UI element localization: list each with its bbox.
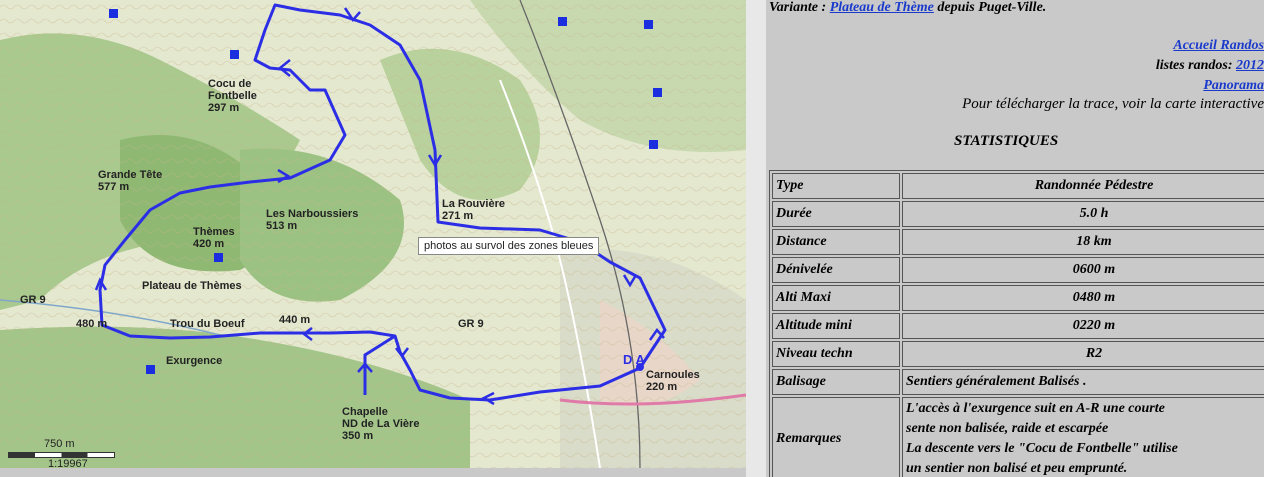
stats-key: Niveau techn: [772, 341, 900, 367]
stats-key: Dénivelée: [772, 257, 900, 283]
map-label-grande-tete: Grande Tête 577 m: [98, 169, 163, 193]
map-tooltip: photos au survol des zones bleues: [418, 237, 600, 255]
stats-key: Altitude mini: [772, 313, 900, 339]
panel-divider: [746, 0, 766, 477]
stats-row: Distance 18 km: [772, 229, 1264, 255]
accueil-randos-link[interactable]: Accueil Randos: [1173, 38, 1264, 53]
stats-value: 0600 m: [902, 257, 1264, 283]
stats-value: Randonnée Pédestre: [902, 173, 1264, 199]
photo-zone-marker[interactable]: [146, 365, 155, 374]
remarques-line: L'accès à l'exurgence suit en A-R une co…: [906, 401, 1165, 416]
map-label-narboussiers: Les Narboussiers 513 m: [266, 208, 359, 232]
map-label-cocu: Cocu de Fontbelle 297 m: [208, 78, 257, 114]
photo-zone-marker[interactable]: [214, 253, 223, 262]
topographic-map[interactable]: Cocu de Fontbelle 297 m Grande Tête 577 m T…: [0, 0, 746, 468]
map-label-rouviere: La Rouvière 271 m: [442, 198, 505, 222]
nav-links: Accueil Randos listes randos: 2012 Panor…: [1155, 38, 1264, 93]
stats-value: 5.0 h: [902, 201, 1264, 227]
photo-zone-marker[interactable]: [558, 17, 567, 26]
stats-value: R2: [902, 341, 1264, 367]
remarques-line: un sentier non balisé et peu emprunté.: [906, 461, 1128, 476]
stats-table: Type Randonnée Pédestre Durée 5.0 h Distance…: [769, 170, 1264, 477]
stats-value: Sentiers généralement Balisés .: [902, 369, 1264, 395]
stats-key: Remarques: [772, 397, 900, 477]
stats-value: 0480 m: [902, 285, 1264, 311]
remarques-text: L'accès à l'exurgence suit en A-R une co…: [902, 397, 1264, 477]
map-label-carnoules: Carnoules 220 m: [646, 369, 700, 393]
stats-row-remarques: Remarques L'accès à l'exurgence suit en A…: [772, 397, 1264, 477]
stats-key: Type: [772, 173, 900, 199]
map-label-chapelle: Chapelle ND de La Vière 350 m: [342, 406, 420, 442]
stats-row: Niveau techn R2: [772, 341, 1264, 367]
variante-link[interactable]: Plateau de Thème: [830, 0, 934, 15]
map-label-alt-440: 440 m: [279, 314, 311, 326]
map-label-themes: Thèmes 420 m: [193, 226, 235, 250]
map-terrain: [0, 0, 746, 468]
stats-row: Balisage Sentiers généralement Balisés .: [772, 369, 1264, 395]
stats-key: Durée: [772, 201, 900, 227]
stats-row: Altitude mini 0220 m: [772, 313, 1264, 339]
stats-key: Alti Maxi: [772, 285, 900, 311]
stats-row: Dénivelée 0600 m: [772, 257, 1264, 283]
remarques-line: sente non balisée, raide et escarpée: [906, 421, 1109, 436]
listes-randos-link[interactable]: 2012: [1236, 58, 1264, 73]
map-label-gr9-left: GR 9: [20, 294, 46, 306]
stats-key: Balisage: [772, 369, 900, 395]
photo-zone-marker[interactable]: [644, 20, 653, 29]
stats-row: Alti Maxi 0480 m: [772, 285, 1264, 311]
panorama-link[interactable]: Panorama: [1203, 78, 1264, 93]
map-label-exurgence: Exurgence: [166, 355, 223, 367]
map-label-plateau: Plateau de Thèmes: [142, 280, 242, 292]
variante-line: Variante : Plateau de Thème depuis Puget…: [769, 0, 1047, 15]
download-note: Pour télécharger la trace, voir la carte…: [962, 96, 1264, 112]
photo-zone-marker[interactable]: [649, 140, 658, 149]
map-label-gr9-right: GR 9: [458, 318, 484, 330]
stats-value: 18 km: [902, 229, 1264, 255]
map-label-alt-480: 480 m: [76, 318, 108, 330]
photo-zone-marker[interactable]: [653, 88, 662, 97]
map-scale: 750 m 1:19967: [8, 438, 115, 468]
map-label-depart-arrivee: D A: [623, 352, 645, 367]
photo-zone-marker[interactable]: [230, 50, 239, 59]
stats-row: Type Randonnée Pédestre: [772, 173, 1264, 199]
stats-row: Durée 5.0 h: [772, 201, 1264, 227]
stats-title: STATISTIQUES: [954, 133, 1059, 149]
photo-zone-marker[interactable]: [109, 9, 118, 18]
info-panel: Variante : Plateau de Thème depuis Puget…: [766, 0, 1264, 477]
remarques-line: La descente vers le "Cocu de Fontbelle" …: [906, 441, 1178, 456]
stats-key: Distance: [772, 229, 900, 255]
map-label-trou: Trou du Boeuf: [170, 318, 245, 330]
stats-value: 0220 m: [902, 313, 1264, 339]
